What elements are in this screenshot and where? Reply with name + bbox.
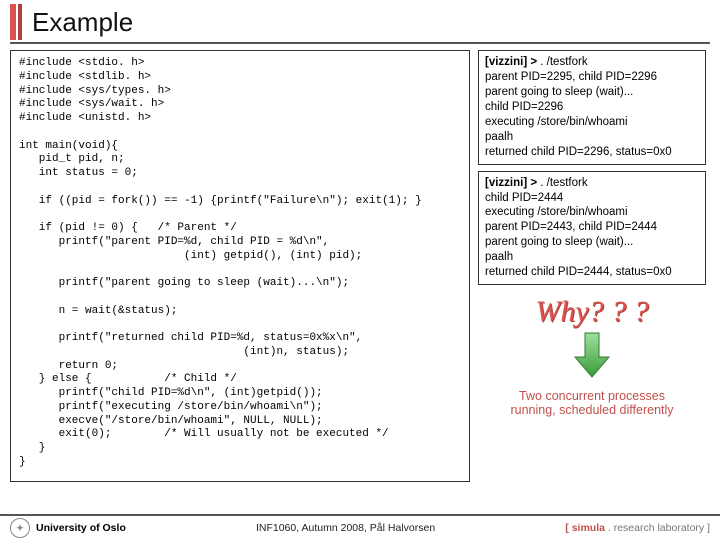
code-listing: #include <stdio. h> #include <stdlib. h>… [10,50,470,482]
caption-line: running, scheduled differently [510,403,673,417]
prompt: [vizzini] > [485,56,537,68]
footer-left: ✦ University of Oslo [10,518,126,538]
out-line: parent going to sleep (wait)... [485,236,633,248]
down-arrow-icon [478,331,706,379]
footer-center: INF1060, Autumn 2008, Pål Halvorsen [256,522,435,534]
footer-right: [ simula . research laboratory ] [565,522,710,534]
title-bar: Example [0,0,720,40]
accent-bar-2 [18,4,22,40]
slide-title: Example [32,7,133,38]
command: . /testfork [540,56,587,68]
title-rule [10,42,710,44]
why-callout: Why? ? ? [478,295,706,329]
prompt: [vizzini] > [485,177,537,189]
out-line: child PID=2296 [485,101,563,113]
accent-bar [10,4,16,40]
out-line: paalh [485,131,513,143]
out-line: parent PID=2295, child PID=2296 [485,71,657,83]
footer: ✦ University of Oslo INF1060, Autumn 200… [0,514,720,540]
simula-brand: simula [572,522,605,534]
out-line: paalh [485,251,513,263]
university-name: University of Oslo [36,522,126,534]
out-line: child PID=2444 [485,192,563,204]
simula-rest: . research laboratory ] [605,522,710,534]
content-area: #include <stdio. h> #include <stdlib. h>… [0,50,720,482]
command: . /testfork [540,177,587,189]
output-run-1: [vizzini] > . /testfork parent PID=2295,… [478,50,706,165]
university-seal-icon: ✦ [10,518,30,538]
out-line: parent going to sleep (wait)... [485,86,633,98]
out-line: parent PID=2443, child PID=2444 [485,221,657,233]
out-line: executing /store/bin/whoami [485,206,628,218]
caption: Two concurrent processes running, schedu… [478,389,706,417]
right-column: [vizzini] > . /testfork parent PID=2295,… [478,50,706,482]
caption-line: Two concurrent processes [519,389,665,403]
out-line: returned child PID=2444, status=0x0 [485,266,672,278]
out-line: returned child PID=2296, status=0x0 [485,146,672,158]
output-run-2: [vizzini] > . /testfork child PID=2444 e… [478,171,706,286]
out-line: executing /store/bin/whoami [485,116,628,128]
